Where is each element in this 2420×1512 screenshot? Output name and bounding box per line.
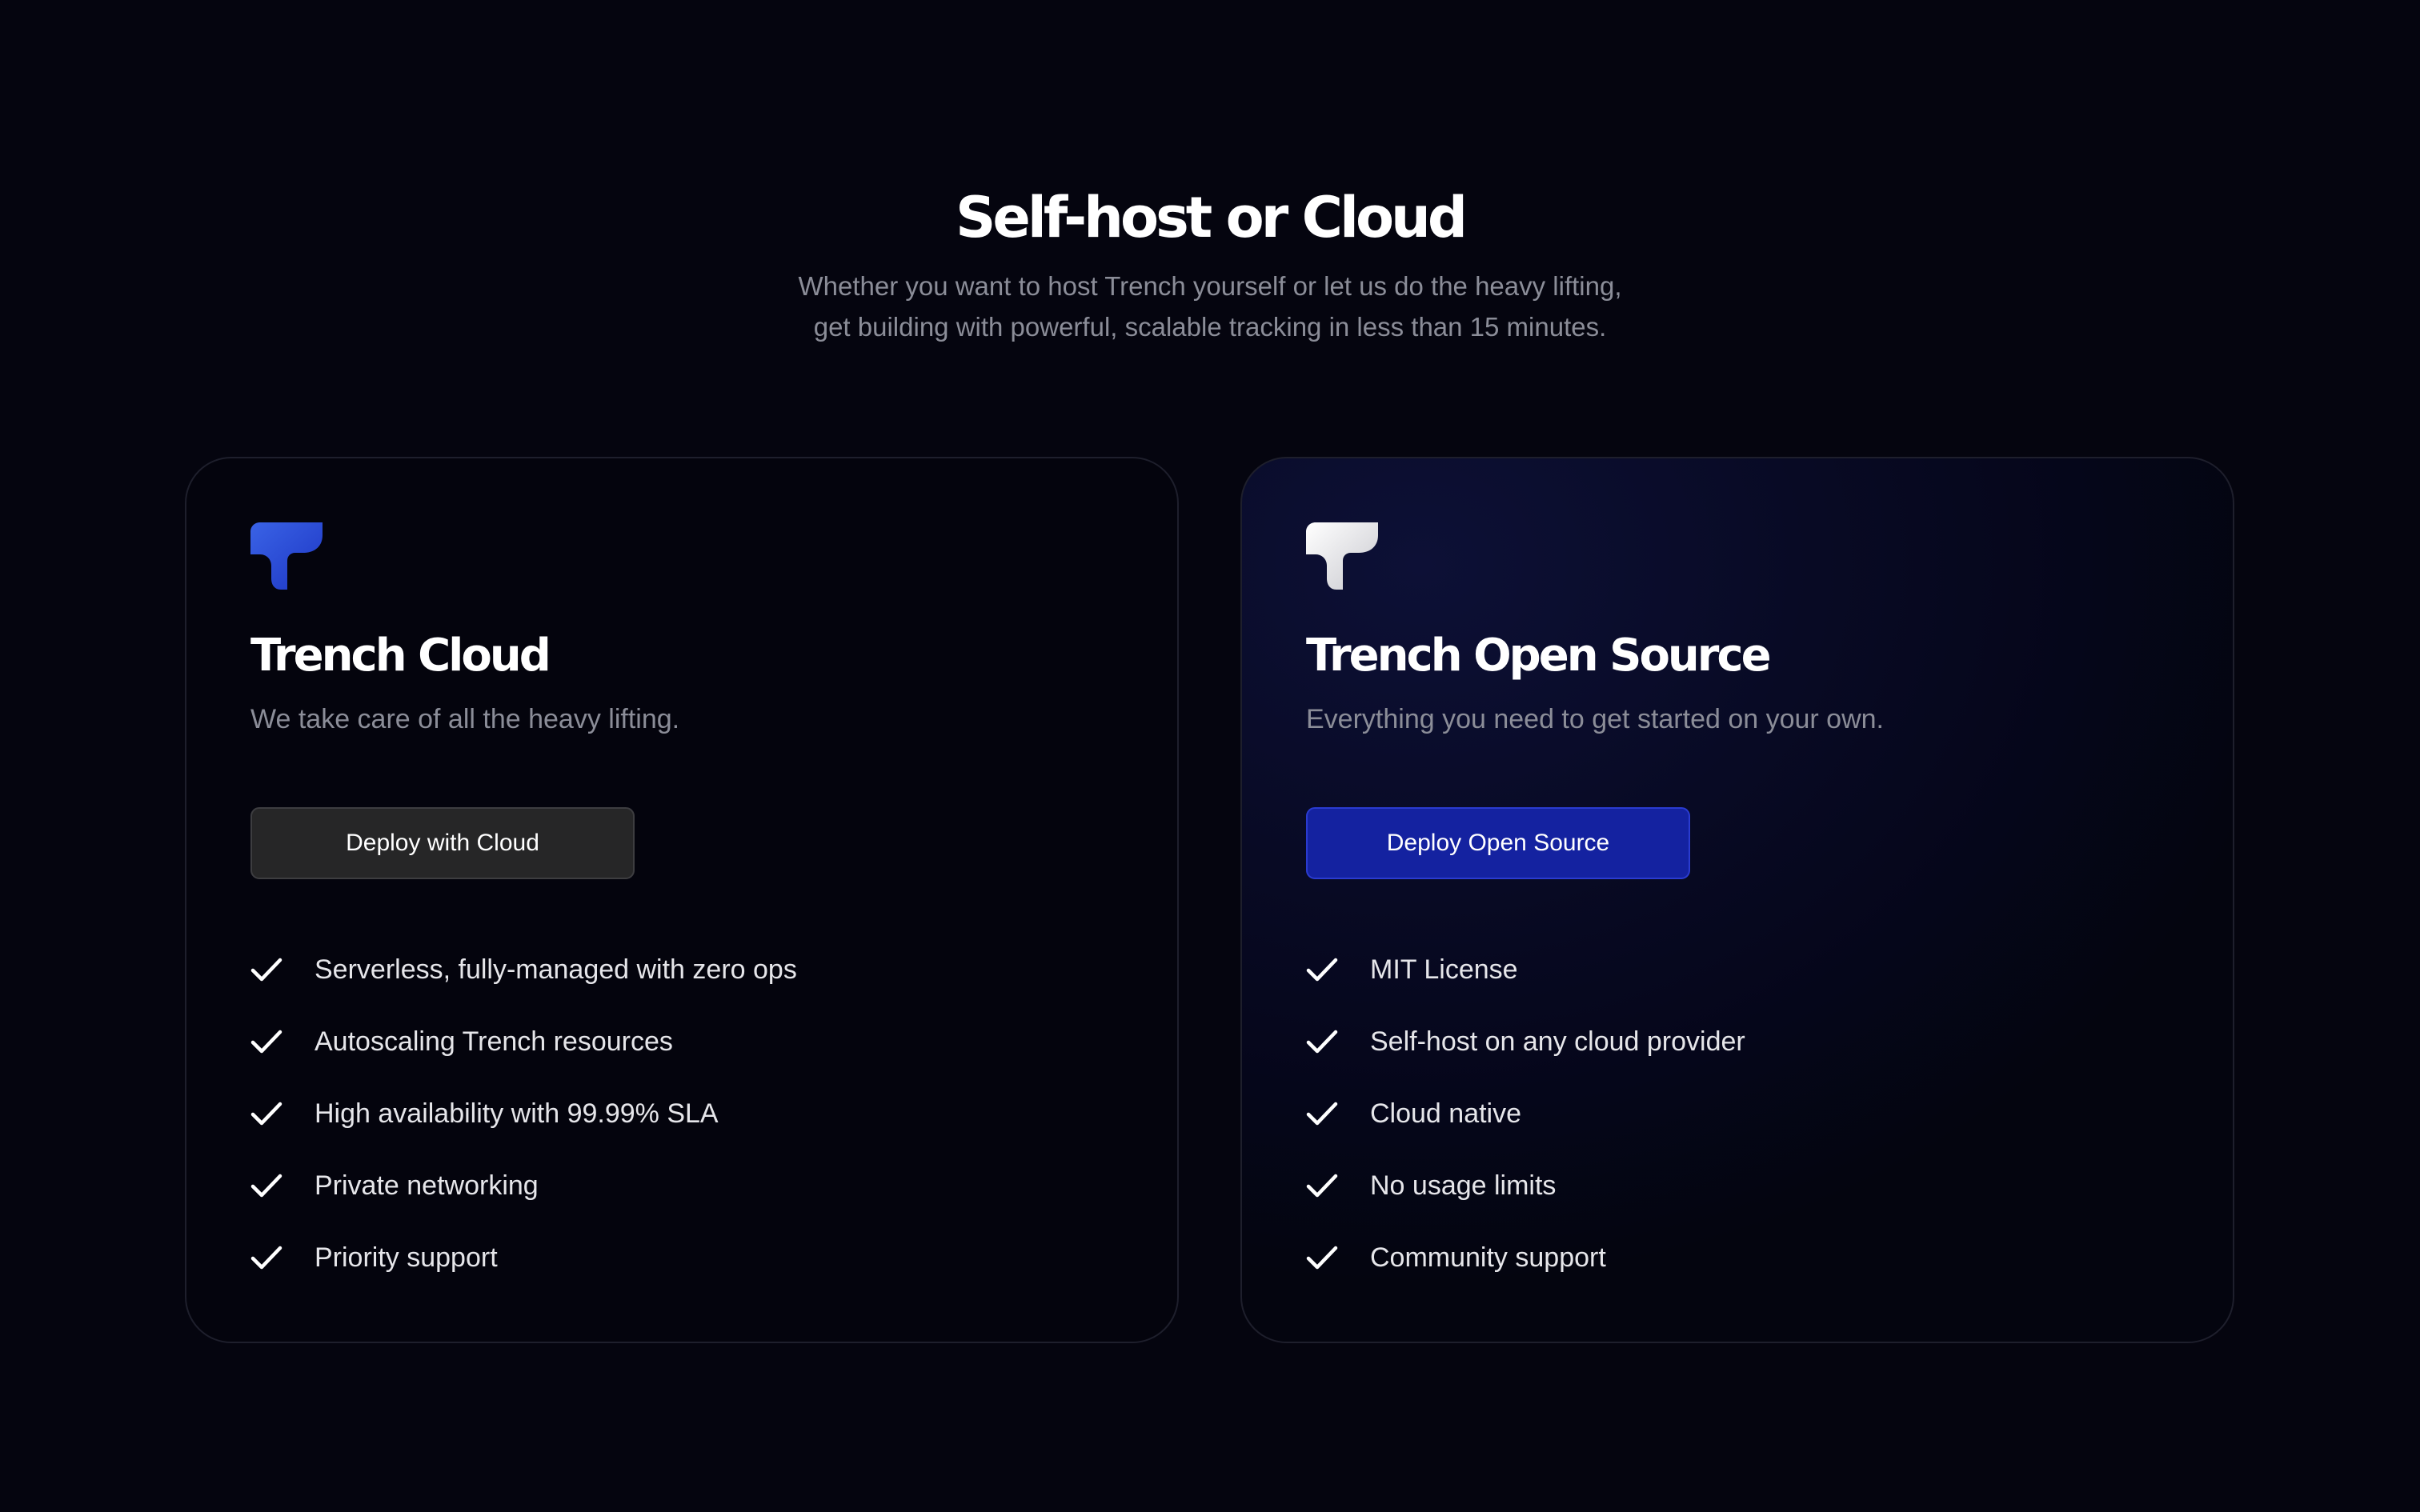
feature-list: MIT License Self-host on any cloud provi… — [1306, 934, 1745, 1294]
feature-text: Autoscaling Trench resources — [315, 1026, 673, 1057]
feature-item: Self-host on any cloud provider — [1306, 1006, 1745, 1078]
feature-text: Priority support — [315, 1242, 498, 1273]
trench-cloud-logo-icon — [250, 522, 323, 590]
feature-item: Private networking — [250, 1150, 797, 1222]
deploy-with-cloud-button[interactable]: Deploy with Cloud — [250, 807, 635, 879]
feature-item: High availability with 99.99% SLA — [250, 1078, 797, 1150]
trench-open-source-card: Trench Open Source Everything you need t… — [1240, 457, 2234, 1343]
check-icon — [1306, 934, 1338, 1006]
check-icon — [250, 1150, 282, 1222]
check-icon — [1306, 1222, 1338, 1294]
feature-text: MIT License — [1370, 954, 1518, 985]
card-subtitle: Everything you need to get started on yo… — [1306, 704, 1885, 734]
feature-text: Self-host on any cloud provider — [1370, 1026, 1745, 1057]
page-subtitle-line-1: Whether you want to host Trench yourself… — [798, 271, 1622, 301]
feature-item: Community support — [1306, 1222, 1745, 1294]
check-icon — [1306, 1150, 1338, 1222]
feature-text: No usage limits — [1370, 1170, 1557, 1201]
trench-cloud-card: Trench Cloud We take care of all the hea… — [185, 457, 1179, 1343]
feature-text: Private networking — [315, 1170, 539, 1201]
check-icon — [250, 1078, 282, 1150]
check-icon — [1306, 1078, 1338, 1150]
feature-item: Serverless, fully-managed with zero ops — [250, 934, 797, 1006]
check-icon — [250, 934, 282, 1006]
feature-text: High availability with 99.99% SLA — [315, 1098, 719, 1129]
check-icon — [1306, 1006, 1338, 1078]
feature-item: No usage limits — [1306, 1150, 1745, 1222]
card-subtitle: We take care of all the heavy lifting. — [250, 704, 680, 734]
card-title: Trench Open Source — [1306, 630, 1772, 682]
page-subtitle-line-2: get building with powerful, scalable tra… — [813, 312, 1607, 342]
feature-text: Serverless, fully-managed with zero ops — [315, 954, 797, 985]
feature-text: Community support — [1370, 1242, 1606, 1273]
page-title: Self-host or Cloud — [956, 185, 1468, 250]
feature-list: Serverless, fully-managed with zero ops … — [250, 934, 797, 1294]
card-title: Trench Cloud — [250, 630, 551, 682]
check-icon — [250, 1222, 282, 1294]
feature-item: Autoscaling Trench resources — [250, 1006, 797, 1078]
check-icon — [250, 1006, 282, 1078]
feature-item: Cloud native — [1306, 1078, 1745, 1150]
trench-open-source-logo-icon — [1306, 522, 1378, 590]
feature-item: Priority support — [250, 1222, 797, 1294]
feature-item: MIT License — [1306, 934, 1745, 1006]
deploy-open-source-button[interactable]: Deploy Open Source — [1306, 807, 1690, 879]
page-subtitle: Whether you want to host Trench yourself… — [730, 266, 1690, 347]
feature-text: Cloud native — [1370, 1098, 1522, 1129]
